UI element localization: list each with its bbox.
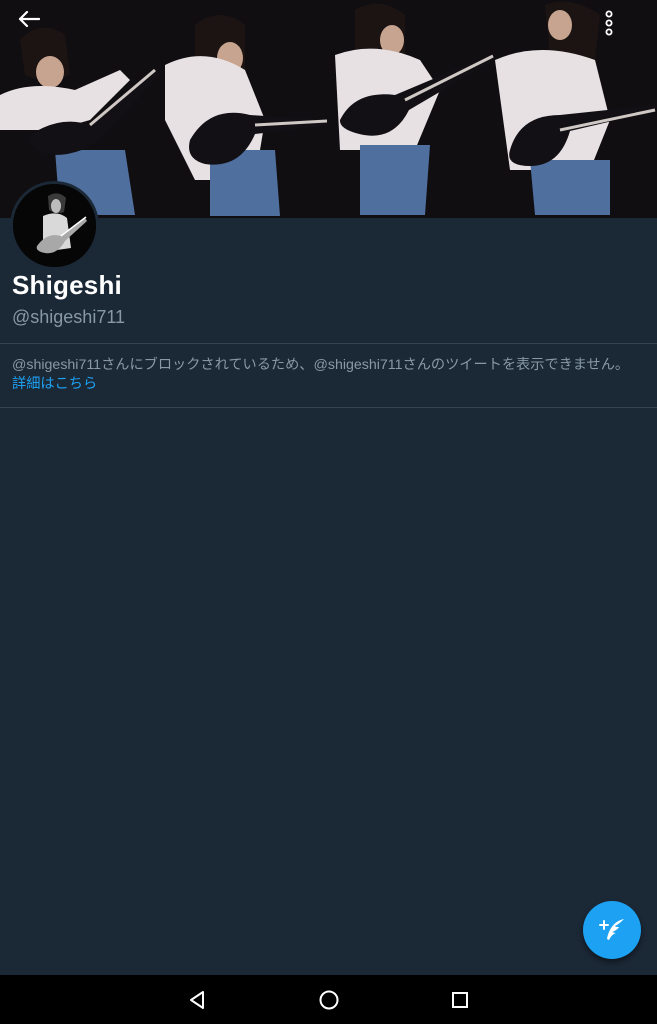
display-name: Shigeshi [12,270,122,300]
more-vertical-icon [605,10,613,36]
avatar[interactable] [10,181,99,270]
more-options-button[interactable] [604,10,640,46]
nav-home-button[interactable] [311,983,347,1017]
banner-photo [0,0,657,218]
divider [0,407,657,408]
divider [0,343,657,344]
nav-home-circle-icon [319,990,339,1010]
back-button[interactable] [18,10,58,46]
learn-more-link[interactable]: 詳細はこちら [12,375,97,394]
arrow-left-icon [18,10,40,28]
compose-tweet-button[interactable] [583,901,641,959]
user-handle: @shigeshi711 [12,307,126,327]
nav-back-triangle-icon [190,991,204,1009]
nav-back-button[interactable] [179,983,215,1017]
nav-recents-square-icon [452,992,468,1008]
system-navigation-bar [0,975,657,1024]
header-banner-image [0,0,657,218]
profile-screen: Shigeshi @shigeshi711 @shigeshi711さんにブロッ… [0,0,657,1024]
blocked-message: @shigeshi711さんにブロックされているため、@shigeshi711さ… [12,357,630,373]
compose-tweet-icon [599,919,624,940]
nav-recents-button[interactable] [442,983,478,1017]
avatar-photo [13,184,96,267]
avatar-image [13,184,96,267]
